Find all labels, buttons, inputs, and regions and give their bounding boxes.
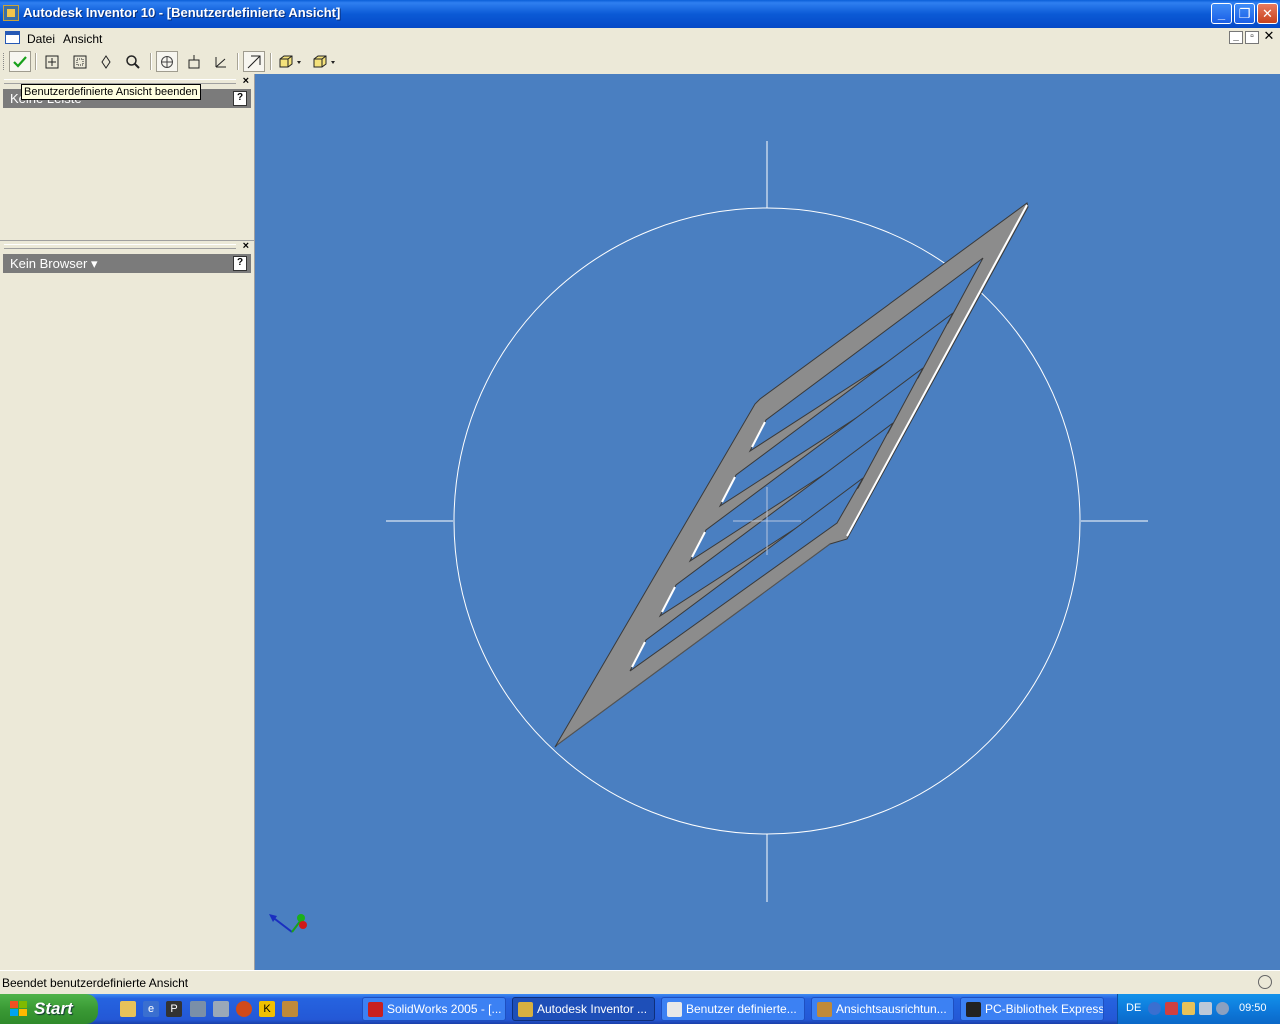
task-label: PC-Bibliothek Express [985, 1002, 1104, 1016]
document-icon[interactable] [5, 31, 20, 44]
left-panel-area: × Keine Leiste ? × Kein Browser ▾ ? [0, 74, 255, 970]
tray-network-icon[interactable] [1165, 1002, 1178, 1015]
inventor-icon [518, 1002, 533, 1017]
task-label: Ansichtsausrichtun... [836, 1002, 947, 1016]
doc-minimize-button[interactable]: _ [1229, 31, 1243, 44]
finish-check-icon[interactable] [9, 51, 31, 72]
panel-bar-close-icon[interactable]: × [243, 75, 249, 87]
doc-restore-button[interactable]: ▫ [1245, 31, 1259, 44]
tray-clock[interactable]: 09:50 [1239, 1002, 1267, 1014]
shaded-display-icon[interactable] [276, 51, 306, 72]
restore-button[interactable]: ❐ [1234, 3, 1255, 24]
panel-splitter[interactable] [0, 236, 254, 241]
panel-bar-help-icon[interactable]: ? [233, 91, 247, 106]
status-text: Beendet benutzerdefinierte Ansicht [2, 976, 189, 990]
zoom-icon[interactable] [122, 51, 144, 72]
axis-triad-icon [269, 914, 307, 933]
document-quicklaunch-icon[interactable] [190, 1001, 206, 1017]
tray-expand-icon[interactable] [1148, 1002, 1161, 1015]
explorer-quicklaunch-icon[interactable] [120, 1001, 136, 1017]
pc-bibliothek-quicklaunch-icon[interactable]: P [166, 1001, 182, 1017]
task-label: Benutzer definierte... [686, 1002, 797, 1016]
standard-toolbar [0, 49, 1280, 75]
browser-title[interactable]: Kein Browser ▾ ? [3, 254, 251, 273]
window-title: Autodesk Inventor 10 - [Benutzerdefinier… [23, 5, 341, 20]
menu-datei[interactable]: Datei [27, 32, 55, 46]
task-ansichtsausrichtung[interactable]: Ansichtsausrichtun... [811, 997, 954, 1021]
zoom-all-icon[interactable] [41, 51, 63, 72]
tooltip: Benutzerdefinierte Ansicht beenden [21, 84, 201, 100]
browser-title-text: Kein Browser [10, 256, 88, 271]
zoom-window-icon[interactable] [69, 51, 91, 72]
status-indicator-icon [1258, 975, 1272, 989]
browser-close-icon[interactable]: × [243, 240, 249, 252]
document-icon [667, 1002, 682, 1017]
system-tray: DE 09:50 [1117, 994, 1280, 1024]
tray-display-icon[interactable] [1199, 1002, 1212, 1015]
help-icon [817, 1002, 832, 1017]
task-label: Autodesk Inventor ... [537, 1002, 648, 1016]
language-indicator[interactable]: DE [1126, 1002, 1141, 1014]
windows-flag-icon [10, 1001, 27, 1016]
look-at-icon[interactable] [183, 51, 205, 72]
taskbar: Start e P K SolidWorks 2005 - [... Autod… [0, 994, 1280, 1024]
browser-grip[interactable] [4, 244, 236, 249]
pan-icon[interactable] [95, 51, 117, 72]
toolbar-grip[interactable] [3, 53, 7, 70]
menu-bar: Datei Ansicht _ ▫ ✕ [0, 28, 1280, 50]
browser-help-icon[interactable]: ? [233, 256, 247, 271]
start-label: Start [34, 999, 73, 1018]
ie-quicklaunch-icon[interactable]: e [143, 1001, 159, 1017]
pc-bibliothek-icon [966, 1002, 981, 1017]
tray-folder-icon[interactable] [1182, 1002, 1195, 1015]
title-bar: Autodesk Inventor 10 - [Benutzerdefinier… [0, 0, 1280, 28]
display-style-icon[interactable] [243, 51, 265, 72]
grille-part[interactable] [554, 202, 1029, 748]
shadow-display-icon[interactable] [310, 51, 340, 72]
menu-ansicht[interactable]: Ansicht [63, 32, 102, 46]
start-button[interactable]: Start [0, 994, 98, 1024]
printer-quicklaunch-icon[interactable] [213, 1001, 229, 1017]
inventor-app-icon[interactable] [3, 5, 19, 21]
tray-volume-icon[interactable] [1216, 1002, 1229, 1015]
close-button[interactable]: ✕ [1257, 3, 1278, 24]
viewport-canvas[interactable] [255, 74, 1280, 970]
solidworks-icon [368, 1002, 383, 1017]
minimize-button[interactable]: _ [1211, 3, 1232, 24]
task-label: SolidWorks 2005 - [... [387, 1002, 502, 1016]
k-quicklaunch-icon[interactable]: K [259, 1001, 275, 1017]
task-pc-bibliothek[interactable]: PC-Bibliothek Express [960, 997, 1104, 1021]
task-inventor[interactable]: Autodesk Inventor ... [512, 997, 655, 1021]
task-solidworks[interactable]: SolidWorks 2005 - [... [362, 997, 506, 1021]
task-benutzer[interactable]: Benutzer definierte... [661, 997, 805, 1021]
graphics-viewport[interactable] [255, 74, 1280, 970]
media-quicklaunch-icon[interactable] [236, 1001, 252, 1017]
tool-quicklaunch-icon[interactable] [282, 1001, 298, 1017]
doc-close-button[interactable]: ✕ [1262, 29, 1276, 44]
status-bar: Beendet benutzerdefinierte Ansicht [0, 970, 1280, 993]
browser-dropdown-icon[interactable]: ▾ [91, 256, 98, 271]
custom-view-icon[interactable] [210, 51, 232, 72]
rotate-icon[interactable] [156, 51, 178, 72]
